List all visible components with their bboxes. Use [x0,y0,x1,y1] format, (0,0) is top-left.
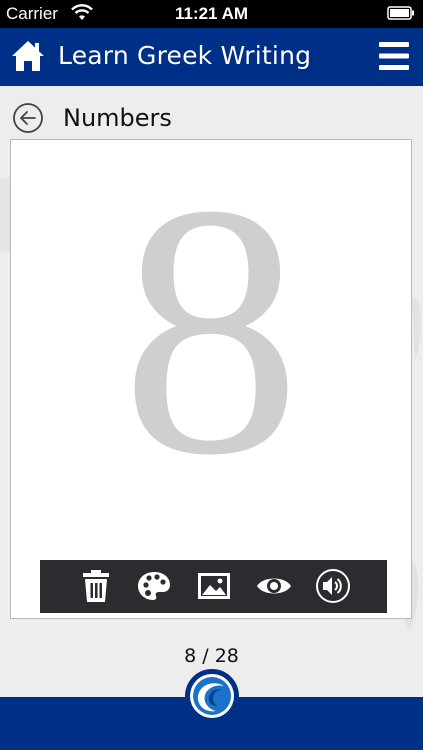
hamburger-menu-icon[interactable] [377,40,411,72]
character-glyph: 8 [121,130,301,529]
battery-icon [387,6,414,20]
trash-icon[interactable] [78,568,114,604]
section-title: Numbers [63,104,172,132]
image-icon[interactable] [196,568,232,604]
drawing-toolbar [40,560,387,613]
app-header: Learn Greek Writing [0,28,423,86]
status-bar: Carrier 11:21 AM [0,0,423,28]
app-title: Learn Greek Writing [58,41,312,70]
writing-card[interactable]: 8 [10,139,412,619]
eye-icon[interactable] [256,568,292,604]
back-arrow-icon[interactable] [12,102,44,134]
app-logo-icon[interactable] [184,668,240,724]
home-icon[interactable] [10,38,46,74]
speaker-icon[interactable] [315,568,351,604]
status-time: 11:21 AM [174,4,249,23]
page-counter: 8 / 28 [184,645,239,667]
palette-icon[interactable] [136,568,172,604]
